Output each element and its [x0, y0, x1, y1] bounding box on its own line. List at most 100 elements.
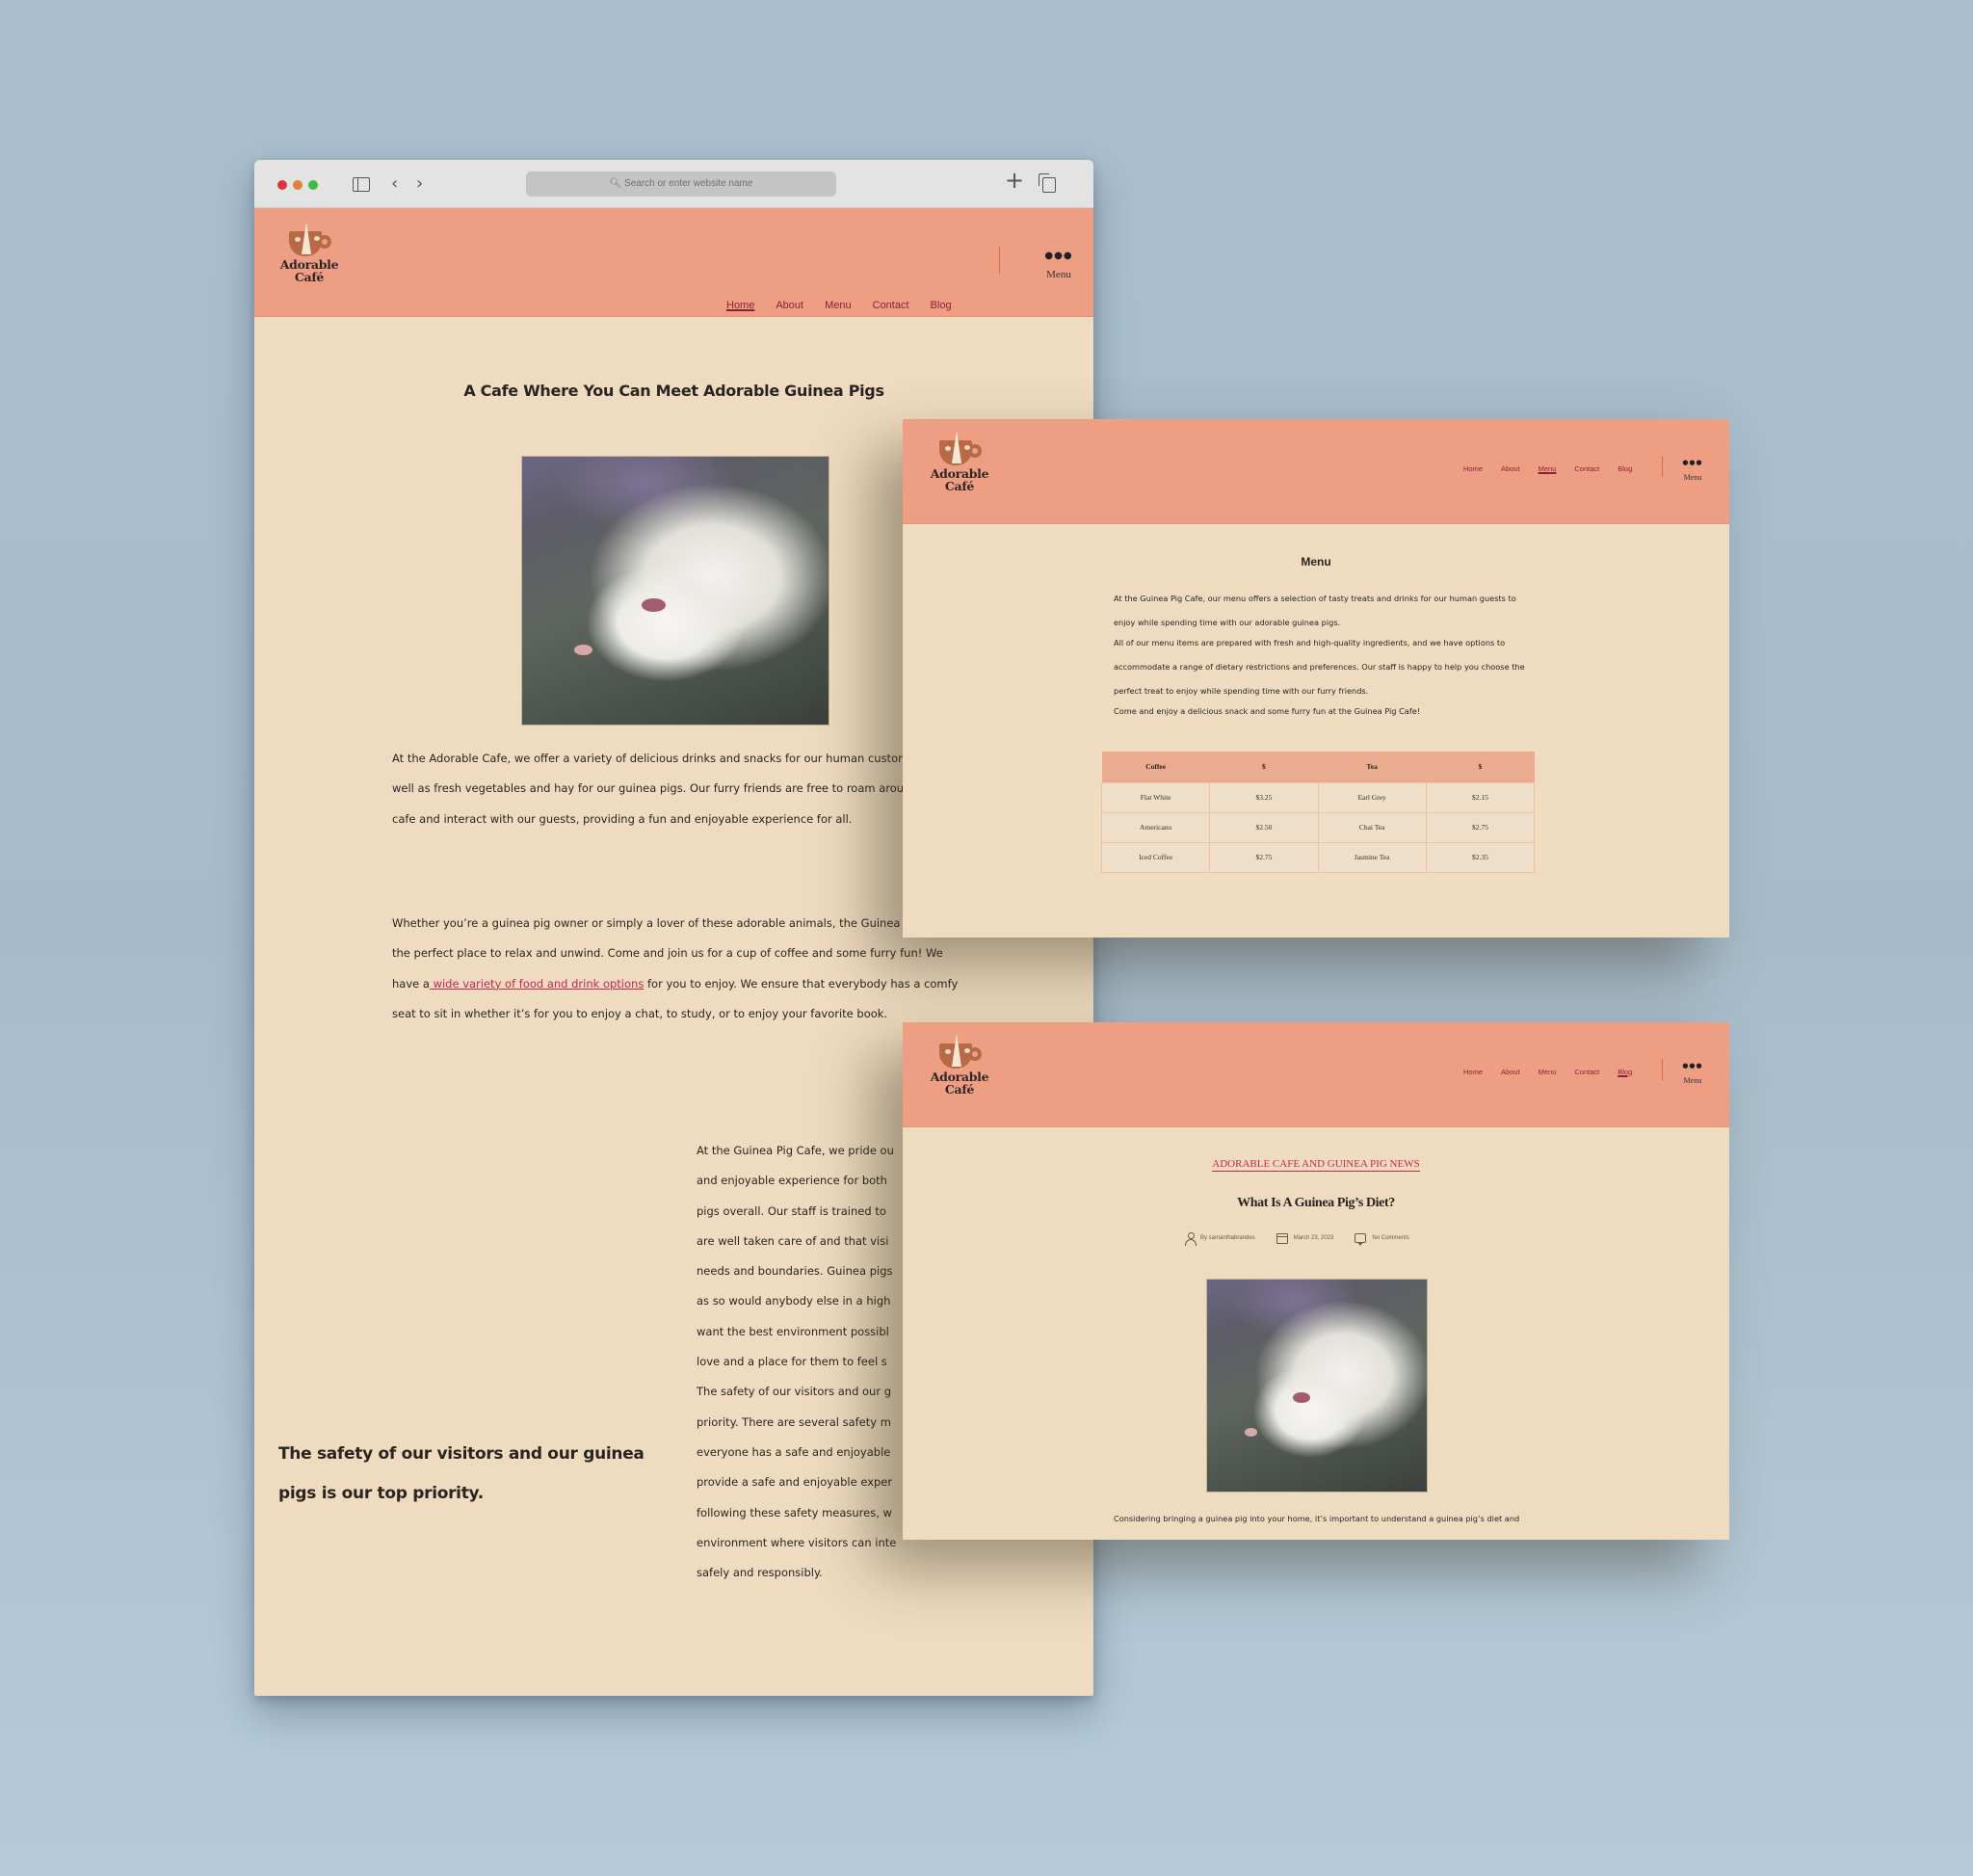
new-tab-icon[interactable]: + [1005, 169, 1024, 192]
comment-icon [1355, 1233, 1367, 1246]
calendar-icon [1276, 1232, 1288, 1244]
food-drink-options-link[interactable]: wide variety of food and drink options [430, 977, 645, 991]
nav-home[interactable]: Home [726, 300, 754, 311]
column-header-tea: Tea [1318, 752, 1427, 782]
tea-item: Earl Grey [1317, 781, 1427, 813]
more-menu-button[interactable]: ●●● Menu [1675, 1062, 1710, 1085]
more-menu-button[interactable]: ●●● Menu [1675, 459, 1710, 482]
guinea-pig-image [521, 456, 829, 726]
safety-pull-quote: The safety of our visitors and our guine… [278, 1444, 645, 1503]
nav-blog[interactable]: Blog [1618, 464, 1632, 473]
browser-toolbar: ‹ › 🔍︎ Search or enter website name + [254, 160, 1093, 208]
site-logo[interactable]: Adorable Café [928, 1034, 991, 1097]
nav-divider [1662, 1059, 1663, 1080]
nav-contact[interactable]: Contact [1574, 464, 1599, 473]
nav-about[interactable]: About [1501, 464, 1520, 473]
post-category: ADORABLE CAFE AND GUINEA PIG NEWS [903, 1158, 1729, 1172]
post-featured-image [1206, 1279, 1428, 1493]
tea-price: $2.35 [1425, 841, 1536, 873]
back-arrow-icon[interactable]: ‹ [391, 173, 398, 195]
coffee-cup-guinea-pig-icon [937, 431, 982, 467]
menu-intro-paragraph: At the Guinea Pig Cafe, our menu offers … [1114, 594, 1516, 627]
intro-paragraph: At the Adorable Cafe, we offer a variety… [392, 752, 946, 826]
forward-arrow-icon[interactable]: › [416, 173, 423, 195]
table-row: Flat White $3.25 Earl Grey $2.15 [1100, 781, 1536, 813]
nav-menu[interactable]: Menu [825, 300, 852, 311]
nav-contact[interactable]: Contact [1574, 1068, 1599, 1076]
more-menu-label: Menu [1683, 473, 1702, 482]
comments-link[interactable]: No Comments [1372, 1235, 1408, 1241]
tabs-overview-icon[interactable] [1039, 173, 1056, 193]
search-icon: 🔍︎ [609, 178, 625, 189]
author-link[interactable]: By samanthabrandes [1200, 1235, 1255, 1241]
nav-blog[interactable]: Blog [931, 300, 952, 311]
column-header-tea-price: $ [1426, 752, 1535, 782]
nav-about[interactable]: About [776, 300, 803, 311]
main-nav: Home About Menu Contact Blog [1463, 464, 1650, 473]
main-nav: Home About Menu Contact Blog [1463, 1068, 1650, 1076]
nav-menu[interactable]: Menu [1539, 464, 1557, 473]
sidebar-toggle-icon[interactable] [353, 177, 370, 192]
post-excerpt: Considering bringing a guinea pig into y… [1114, 1514, 1520, 1540]
site-header: Adorable Café Home About Menu Contact Bl… [903, 1022, 1729, 1127]
post-comments: No Comments [1355, 1233, 1409, 1246]
post-meta: By samanthabrandes March 23, 2023 No Com… [1185, 1232, 1431, 1246]
category-link[interactable]: ADORABLE CAFE AND GUINEA PIG NEWS [1212, 1158, 1420, 1172]
coffee-price: $2.50 [1209, 811, 1319, 843]
nav-divider [999, 247, 1000, 274]
table-row: Iced Coffee $2.75 Jasmine Tea $2.35 [1100, 841, 1536, 873]
more-menu-button[interactable]: ●●● Menu [1039, 251, 1078, 280]
logo-text-line2: Café [944, 1082, 975, 1097]
tea-price: $2.75 [1425, 811, 1536, 843]
logo-text-line2: Café [294, 270, 325, 284]
nav-home[interactable]: Home [1463, 1068, 1483, 1076]
page-title: A Cafe Where You Can Meet Adorable Guine… [463, 382, 884, 400]
date-text[interactable]: March 23, 2023 [1294, 1235, 1334, 1241]
close-window-button[interactable] [277, 180, 287, 190]
nav-blog[interactable]: Blog [1618, 1068, 1632, 1076]
column-header-coffee-price: $ [1209, 752, 1318, 782]
table-header-row: Coffee $ Tea $ [1101, 752, 1535, 782]
site-header: Adorable Café Home About Menu Contact Bl… [254, 208, 1093, 317]
post-date: March 23, 2023 [1276, 1232, 1334, 1244]
address-placeholder: Search or enter website name [624, 178, 753, 189]
tea-price: $2.15 [1425, 781, 1536, 813]
ellipsis-icon: ●●● [1044, 251, 1073, 261]
page-window-blog: Adorable Café Home About Menu Contact Bl… [903, 1022, 1729, 1540]
nav-menu[interactable]: Menu [1539, 1068, 1557, 1076]
main-nav: Home About Menu Contact Blog [726, 300, 973, 311]
more-menu-label: Menu [1046, 269, 1071, 280]
logo-text-line2: Café [944, 479, 975, 493]
post-title: What Is A Guinea Pig’s Diet? [1237, 1196, 1395, 1210]
nav-contact[interactable]: Contact [873, 300, 909, 311]
more-menu-label: Menu [1683, 1076, 1702, 1085]
page-title: Menu [1301, 555, 1331, 568]
coffee-item: Americano [1100, 811, 1211, 843]
nav-divider [1662, 456, 1663, 477]
coffee-price: $2.75 [1209, 841, 1319, 873]
address-bar[interactable]: 🔍︎ Search or enter website name [526, 172, 836, 197]
site-logo[interactable]: Adorable Café [928, 431, 991, 493]
text-line: safely and responsibly. [697, 1566, 823, 1580]
table-row: Americano $2.50 Chai Tea $2.75 [1100, 811, 1536, 843]
site-logo[interactable]: Adorable Café [276, 222, 343, 284]
coffee-price: $3.25 [1209, 781, 1319, 813]
nav-home[interactable]: Home [1463, 464, 1483, 473]
page-window-menu: Adorable Café Home About Menu Contact Bl… [903, 419, 1729, 938]
coffee-item: Iced Coffee [1100, 841, 1211, 873]
coffee-cup-guinea-pig-icon [287, 222, 331, 258]
site-header: Adorable Café Home About Menu Contact Bl… [903, 419, 1729, 524]
maximize-window-button[interactable] [308, 180, 318, 190]
user-icon [1185, 1232, 1197, 1246]
post-author: By samanthabrandes [1185, 1232, 1255, 1246]
menu-price-table: Coffee $ Tea $ Flat White $3.25 Earl Gre… [1100, 752, 1536, 873]
minimize-window-button[interactable] [293, 180, 303, 190]
coffee-item: Flat White [1100, 781, 1211, 813]
column-header-coffee: Coffee [1101, 752, 1210, 782]
tea-item: Jasmine Tea [1317, 841, 1427, 873]
nav-about[interactable]: About [1501, 1068, 1520, 1076]
coffee-cup-guinea-pig-icon [937, 1034, 982, 1070]
second-paragraph: Whether you’re a guinea pig owner or sim… [392, 909, 970, 1029]
ellipsis-icon: ●●● [1682, 459, 1703, 466]
tea-item: Chai Tea [1317, 811, 1427, 843]
